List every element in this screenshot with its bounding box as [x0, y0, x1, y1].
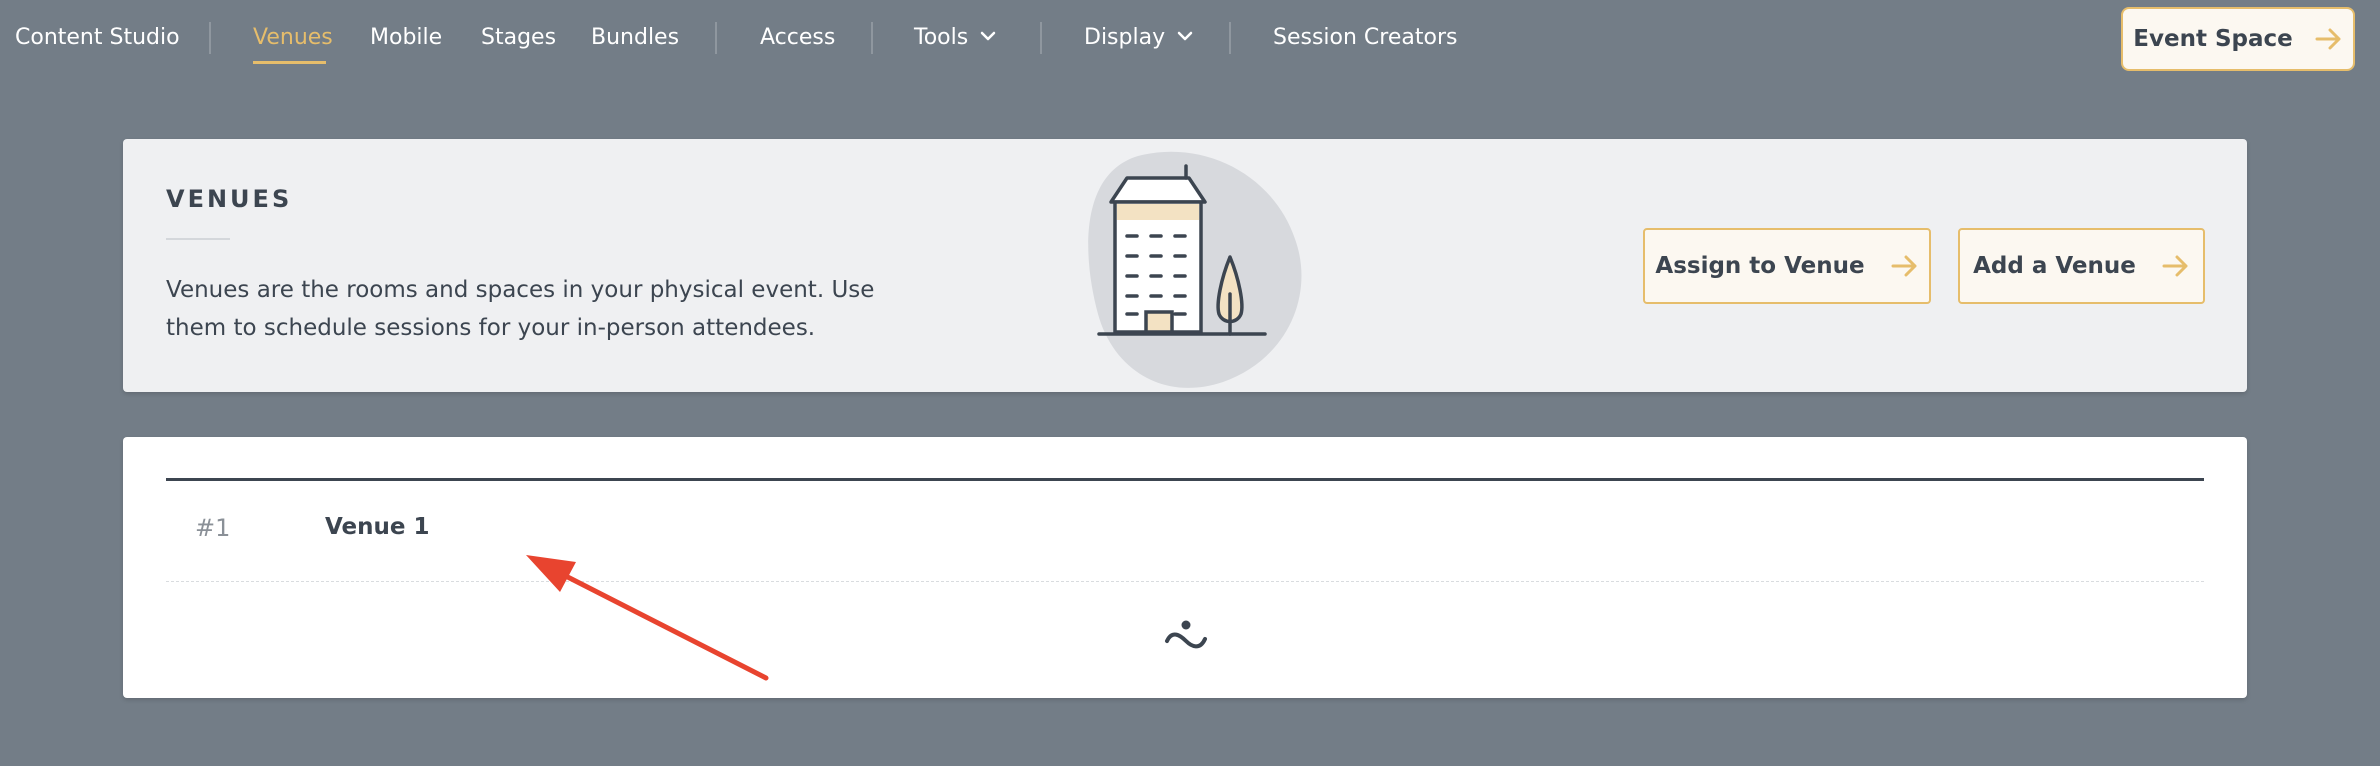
- title-divider: [166, 238, 230, 240]
- arrow-right-icon: [2315, 28, 2341, 50]
- nav-separator: [871, 22, 873, 54]
- nav-item-tools[interactable]: Tools: [914, 22, 996, 54]
- venues-list-card: #1 Venue 1: [123, 437, 2247, 698]
- nav-separator: [1229, 22, 1231, 54]
- nav-item-content-studio[interactable]: Content Studio: [15, 22, 180, 54]
- nav-item-session-creators[interactable]: Session Creators: [1273, 22, 1457, 54]
- nav-item-bundles[interactable]: Bundles: [591, 22, 679, 54]
- add-venue-button[interactable]: Add a Venue: [1958, 228, 2205, 304]
- nav-item-access[interactable]: Access: [760, 22, 835, 54]
- building-illustration: [1088, 151, 1302, 388]
- venue-number: #1: [195, 514, 231, 542]
- drag-handle-icon[interactable]: [1162, 617, 1210, 657]
- nav-item-display[interactable]: Display: [1084, 22, 1193, 54]
- event-space-button[interactable]: Event Space: [2121, 7, 2355, 71]
- nav-item-venues[interactable]: Venues: [253, 22, 333, 54]
- page-description: Venues are the rooms and spaces in your …: [166, 277, 875, 341]
- page-title: VENUES: [166, 185, 293, 213]
- nav-item-display-label: Display: [1084, 25, 1166, 50]
- active-tab-indicator: [253, 61, 326, 64]
- arrow-right-icon: [2162, 255, 2188, 277]
- assign-to-venue-label: Assign to Venue: [1655, 253, 1865, 279]
- nav-item-stages[interactable]: Stages: [481, 22, 556, 54]
- chevron-down-icon: [980, 31, 996, 41]
- nav-separator: [209, 22, 211, 54]
- venues-header-card: VENUES Venues are the rooms and spaces i…: [123, 139, 2247, 392]
- add-venue-label: Add a Venue: [1973, 253, 2136, 279]
- red-arrow-annotation: [526, 555, 769, 681]
- nav-item-tools-label: Tools: [914, 25, 969, 50]
- chevron-down-icon: [1177, 31, 1193, 41]
- top-navigation: Content Studio Venues Mobile Stages Bund…: [0, 0, 2380, 78]
- event-space-button-label: Event Space: [2133, 26, 2293, 52]
- venue-row[interactable]: #1 Venue 1: [166, 481, 2204, 582]
- nav-separator: [1040, 22, 1042, 54]
- arrow-right-icon: [1891, 255, 1917, 277]
- assign-to-venue-button[interactable]: Assign to Venue: [1643, 228, 1931, 304]
- nav-item-mobile[interactable]: Mobile: [370, 22, 442, 54]
- venue-name[interactable]: Venue 1: [325, 514, 430, 540]
- nav-separator: [715, 22, 717, 54]
